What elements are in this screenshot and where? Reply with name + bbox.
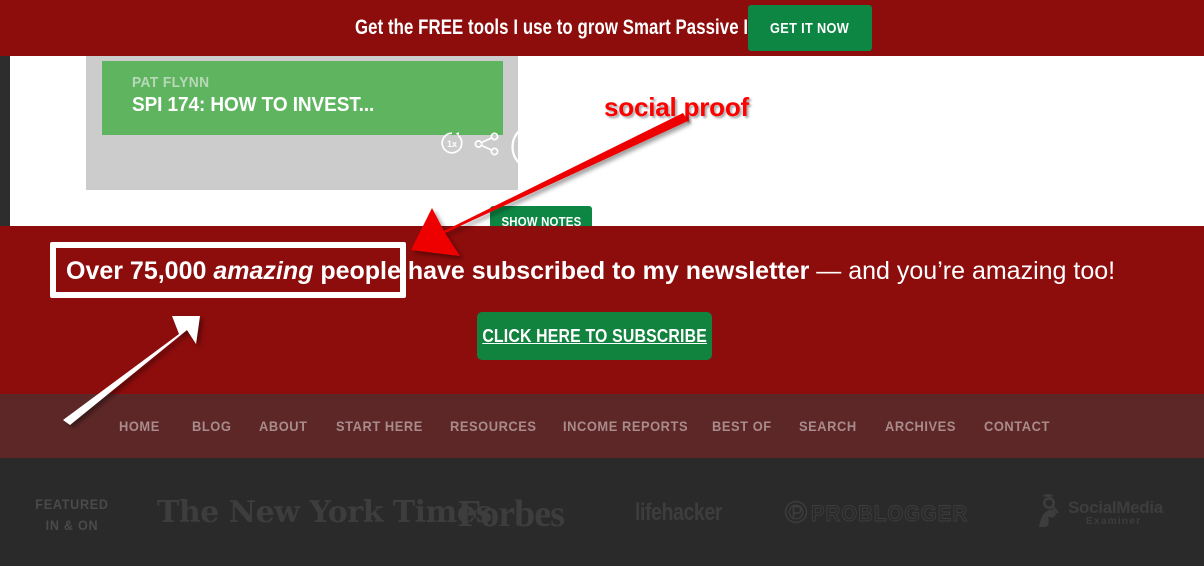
page-root: Get the FREE tools I use to grow Smart P… xyxy=(0,0,1204,566)
nav-item-best-of[interactable]: BEST OF xyxy=(712,418,772,434)
nav-item-about[interactable]: ABOUT xyxy=(259,418,308,434)
playback-speed-icon[interactable]: 1x xyxy=(439,130,465,156)
main-nav-items: HOME BLOG ABOUT START HERE RESOURCES INC… xyxy=(0,418,1204,436)
featured-in-on-label: FEATURED IN & ON xyxy=(27,494,117,536)
nav-item-search[interactable]: SEARCH xyxy=(799,418,857,434)
svg-text:1x: 1x xyxy=(447,139,457,149)
social-media-examiner-logo-line-1: SocialMedia xyxy=(1068,498,1163,517)
forbes-logo: Forbes xyxy=(458,493,565,535)
nav-item-archives[interactable]: ARCHIVES xyxy=(885,418,956,434)
featured-label-line-2: IN & ON xyxy=(45,517,99,533)
subscribe-button[interactable]: CLICK HERE TO SUBSCRIBE xyxy=(477,312,712,360)
podcast-player-header: PAT FLYNN SPI 174: HOW TO INVEST... xyxy=(102,61,503,135)
podcast-player[interactable]: PAT FLYNN SPI 174: HOW TO INVEST... 1x S… xyxy=(86,56,592,236)
lifehacker-logo: lifehacker xyxy=(635,499,722,526)
nav-item-home[interactable]: HOME xyxy=(119,418,160,434)
highlight-box-annotation xyxy=(50,242,406,298)
nav-item-resources[interactable]: RESOURCES xyxy=(450,418,537,434)
podcast-episode-title: SPI 174: HOW TO INVEST... xyxy=(132,94,375,116)
promo-text: Get the FREE tools I use to grow Smart P… xyxy=(355,16,803,39)
play-icon[interactable] xyxy=(510,122,560,172)
page-left-edge xyxy=(0,56,10,226)
nav-item-blog[interactable]: BLOG xyxy=(192,418,231,434)
problogger-logo: PROBLOGGER xyxy=(811,501,969,527)
subscribe-button-label: CLICK HERE TO SUBSCRIBE xyxy=(482,325,707,346)
nav-item-income-reports[interactable]: INCOME REPORTS xyxy=(563,418,688,434)
promo-bar: Get the FREE tools I use to grow Smart P… xyxy=(0,0,1204,56)
podcast-author: PAT FLYNN xyxy=(132,74,210,91)
social-media-examiner-logo-line-2: Examiner xyxy=(1086,516,1142,527)
get-it-now-button[interactable]: GET IT NOW xyxy=(748,5,872,51)
social-proof-annotation-label: social proof xyxy=(602,90,751,124)
share-icon[interactable] xyxy=(474,132,500,156)
new-york-times-logo: The New York Times xyxy=(157,495,492,530)
social-media-examiner-mark-icon xyxy=(1039,494,1059,527)
featured-label-line-1: FEATURED xyxy=(35,496,109,512)
nav-item-contact[interactable]: CONTACT xyxy=(984,418,1050,434)
get-it-now-button-label: GET IT NOW xyxy=(770,19,850,37)
problogger-mark-icon xyxy=(784,500,808,524)
newsletter-headline-regular: — and you’re amazing too! xyxy=(809,257,1116,285)
nav-item-start-here[interactable]: START HERE xyxy=(336,418,423,434)
